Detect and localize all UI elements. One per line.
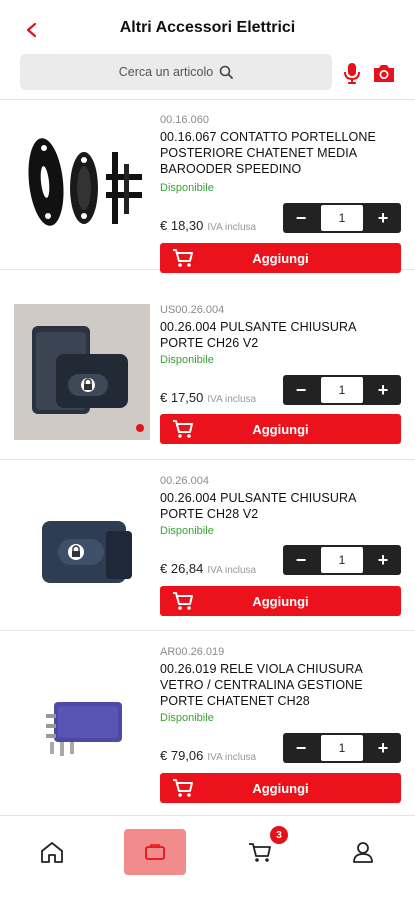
availability-status: Disponibile (160, 354, 214, 366)
increase-quantity-button[interactable]: + (365, 545, 401, 575)
availability-status: Disponibile (160, 525, 214, 537)
vat-label: IVA inclusa (207, 565, 257, 576)
add-to-cart-label: Aggiungi (252, 250, 309, 266)
product-price: € 79,06 IVA inclusa (160, 748, 256, 763)
increase-quantity-button[interactable]: + (365, 733, 401, 763)
vat-label: IVA inclusa (207, 752, 257, 763)
decrease-quantity-button[interactable]: − (283, 375, 319, 405)
product-card[interactable]: US00.26.004 00.26.004 PULSANTE CHIUSURA … (0, 290, 415, 460)
catalog-icon (145, 844, 165, 860)
product-name[interactable]: 00.26.004 PULSANTE CHIUSURA PORTE CH28 V… (160, 490, 400, 522)
price-value: € 18,30 (160, 218, 204, 233)
price-value: € 79,06 (160, 748, 204, 763)
add-to-cart-button[interactable]: Aggiungi (160, 414, 401, 444)
decrease-quantity-button[interactable]: − (283, 733, 319, 763)
cart-icon (173, 420, 193, 438)
cart-icon (249, 843, 271, 862)
product-image (14, 654, 150, 790)
add-to-cart-label: Aggiungi (252, 593, 309, 609)
product-name[interactable]: 00.26.004 PULSANTE CHIUSURA PORTE CH26 V… (160, 319, 400, 351)
product-name[interactable]: 00.16.067 CONTATTO PORTELLONE POSTERIORE… (160, 129, 400, 177)
vat-label: IVA inclusa (207, 394, 257, 405)
add-to-cart-button[interactable]: Aggiungi (160, 586, 401, 616)
product-card[interactable]: AR00.26.019 00.26.019 RELE VIOLA CHIUSUR… (0, 632, 415, 815)
quantity-stepper: − 1 + (283, 733, 401, 763)
search-input[interactable]: Cerca un articolo (20, 54, 332, 90)
product-card[interactable]: 00.26.004 00.26.004 PULSANTE CHIUSURA PO… (0, 461, 415, 631)
quantity-stepper: − 1 + (283, 545, 401, 575)
quantity-stepper: − 1 + (283, 203, 401, 233)
tab-home[interactable] (21, 829, 83, 875)
cart-icon (173, 249, 193, 267)
product-image (14, 473, 150, 609)
quantity-field[interactable]: 1 (321, 547, 363, 573)
availability-status: Disponibile (160, 182, 214, 194)
decrease-quantity-button[interactable]: − (283, 203, 319, 233)
product-image (14, 304, 150, 440)
add-to-cart-label: Aggiungi (252, 780, 309, 796)
product-price: € 17,50 IVA inclusa (160, 390, 256, 405)
camera-icon[interactable] (372, 62, 396, 84)
add-to-cart-button[interactable]: Aggiungi (160, 773, 401, 803)
quantity-field[interactable]: 1 (321, 377, 363, 403)
quantity-field[interactable]: 1 (321, 205, 363, 231)
cart-count-badge: 3 (270, 826, 288, 844)
home-icon (41, 842, 63, 863)
quantity-stepper: − 1 + (283, 375, 401, 405)
product-card[interactable]: 00.16.060 00.16.067 CONTATTO PORTELLONE … (0, 100, 415, 273)
page-title: Altri Accessori Elettrici (119, 19, 296, 36)
product-image (14, 112, 150, 248)
user-icon (353, 842, 373, 863)
quantity-field[interactable]: 1 (321, 735, 363, 761)
price-value: € 17,50 (160, 390, 204, 405)
cart-icon (173, 592, 193, 610)
increase-quantity-button[interactable]: + (365, 375, 401, 405)
increase-quantity-button[interactable]: + (365, 203, 401, 233)
price-value: € 26,84 (160, 561, 204, 576)
bottom-tab-bar: 3 (0, 815, 415, 900)
product-name[interactable]: 00.26.019 RELE VIOLA CHIUSURA VETRO / CE… (160, 661, 400, 709)
product-code: 00.26.004 (160, 475, 209, 487)
app-header: Altri Accessori Elettrici Cerca un artic… (0, 0, 415, 100)
tab-catalog[interactable] (124, 829, 186, 875)
search-icon (219, 65, 234, 79)
decrease-quantity-button[interactable]: − (283, 545, 319, 575)
search-placeholder: Cerca un articolo (118, 65, 214, 79)
cart-icon (173, 779, 193, 797)
product-price: € 18,30 IVA inclusa (160, 218, 256, 233)
product-code: AR00.26.019 (160, 646, 225, 658)
tab-profile[interactable] (332, 829, 394, 875)
availability-status: Disponibile (160, 712, 214, 724)
add-to-cart-button[interactable]: Aggiungi (160, 243, 401, 273)
microphone-icon[interactable] (342, 61, 362, 85)
product-code: 00.16.060 (160, 114, 209, 126)
product-code: US00.26.004 (160, 304, 225, 316)
product-price: € 26,84 IVA inclusa (160, 561, 256, 576)
add-to-cart-label: Aggiungi (252, 421, 309, 437)
vat-label: IVA inclusa (207, 222, 257, 233)
